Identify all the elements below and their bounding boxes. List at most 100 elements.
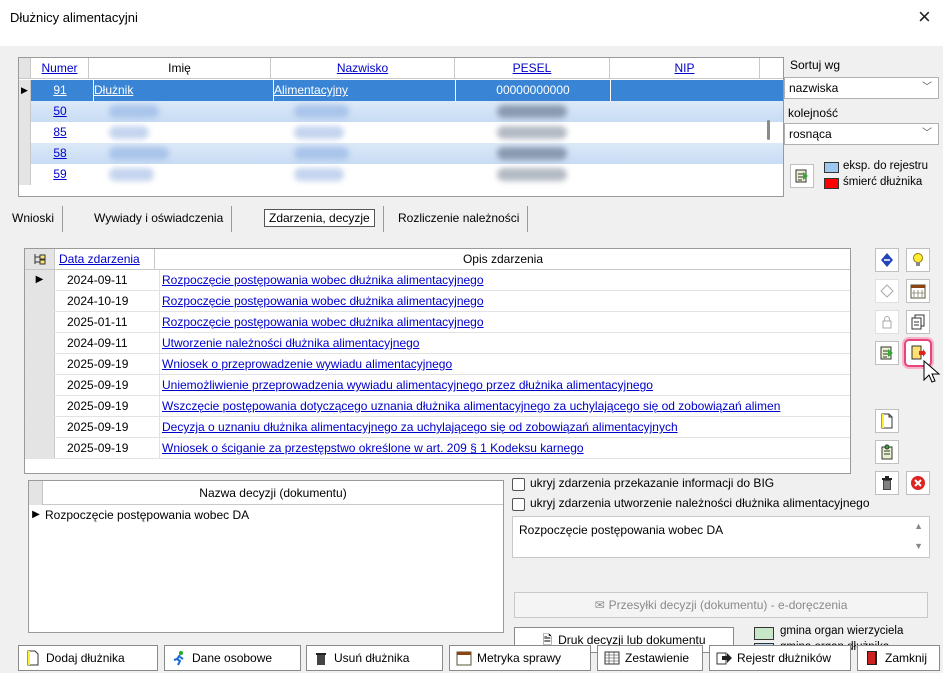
legend-swatch-export — [824, 162, 839, 173]
cell-event-date: 2025-09-19 — [67, 420, 129, 434]
cell-numer[interactable]: 50 — [53, 104, 66, 118]
edit-icon[interactable] — [875, 248, 899, 272]
table-row[interactable]: 2025-01-11 Rozpoczęcie postępowania wobec… — [25, 312, 850, 333]
close-icon[interactable]: × — [918, 4, 931, 30]
cell-event-desc[interactable]: Uniemożliwienie przeprowadzenia wywiadu … — [162, 378, 653, 392]
tab-rozliczenie[interactable]: Rozliczenie należności — [390, 206, 529, 232]
calendar-icon[interactable] — [906, 279, 930, 303]
col-header-numer[interactable]: Numer — [31, 58, 89, 78]
personal-data-button[interactable]: Dane osobowe — [164, 645, 301, 671]
table-row[interactable]: 59 — [19, 164, 783, 185]
hide-big-checkbox[interactable] — [512, 478, 525, 491]
decisions-table: Nazwa decyzji (dokumentu) ▶ Rozpoczęcie … — [28, 480, 504, 633]
sort-label: Sortuj wg — [790, 58, 841, 72]
trash-icon — [316, 653, 326, 665]
hide-big-label: ukryj zdarzenia przekazanie informacji d… — [530, 476, 775, 490]
tree-icon[interactable] — [25, 249, 55, 269]
row-indicator — [25, 396, 55, 416]
cell-event-desc[interactable]: Wszczęcie postępowania dotyczącego uznan… — [162, 399, 780, 413]
cell-nip — [610, 80, 760, 101]
cell-event-desc[interactable]: Decyzja o uznaniu dłużnika alimentacyjne… — [162, 420, 678, 434]
scroll-down-icon[interactable]: ▼ — [914, 541, 923, 551]
summary-button[interactable]: Zestawienie — [597, 645, 703, 671]
export-icon[interactable] — [790, 164, 814, 188]
eraser-icon[interactable] — [875, 279, 899, 303]
cell-event-desc[interactable]: Wniosek o przeprowadzenie wywiadu alimen… — [162, 357, 452, 371]
table-row[interactable]: ▶ 2024-09-11 Rozpoczęcie postępowania wobe… — [25, 270, 850, 291]
cell-event-desc[interactable]: Rozpoczęcie postępowania wobec dłużnika … — [162, 273, 484, 287]
shipments-button[interactable]: ✉ Przesyłki decyzji (dokumentu) - e-dorę… — [514, 592, 928, 618]
sort-by-select[interactable]: nazwiska ﹀ — [784, 77, 939, 99]
cell-imie[interactable]: Dłużnik — [94, 83, 133, 97]
add-debtor-button[interactable]: Dodaj dłużnika — [18, 645, 158, 671]
table-row[interactable]: 50 — [19, 101, 783, 122]
cell-numer[interactable]: 85 — [53, 125, 66, 139]
debtor-registry-button[interactable]: Rejestr dłużników — [709, 645, 851, 671]
cell-numer[interactable]: 91 — [53, 83, 66, 97]
debtors-table: Numer Imię Nazwisko PESEL NIP ▶ 91 Dłużn… — [18, 57, 784, 197]
mouse-cursor-icon — [923, 360, 941, 383]
table-row[interactable]: 2025-09-19 Wszczęcie postępowania dotyczą… — [25, 396, 850, 417]
hide-receivable-checkbox[interactable] — [512, 498, 525, 511]
table-row[interactable]: 58 — [19, 143, 783, 164]
event-description-box[interactable]: Rozpoczęcie postępowania wobec DA ▲ ▼ — [512, 516, 930, 558]
col-header-decision-name[interactable]: Nazwa decyzji (dokumentu) — [43, 481, 503, 504]
case-metrics-button[interactable]: Metryka sprawy — [449, 645, 591, 671]
col-header-date[interactable]: Data zdarzenia — [55, 249, 155, 269]
cell-event-desc[interactable]: Rozpoczęcie postępowania wobec dłużnika … — [162, 315, 484, 329]
import-icon[interactable] — [875, 341, 899, 365]
cell-event-date: 2024-09-11 — [67, 273, 128, 287]
blurred-name — [109, 168, 154, 181]
table-row[interactable]: 2025-09-19 Uniemożliwienie przeprowadzeni… — [25, 375, 850, 396]
row-indicator — [25, 438, 55, 458]
cell-event-date: 2024-10-19 — [67, 294, 129, 308]
copy-document-icon[interactable] — [906, 310, 930, 334]
col-header-desc[interactable]: Opis zdarzenia — [155, 249, 850, 269]
order-label: kolejność — [788, 106, 839, 120]
table-row[interactable]: 2025-09-19 Wniosek o ściganie za przestęp… — [25, 438, 850, 459]
cell-numer[interactable]: 59 — [53, 167, 66, 181]
table-row[interactable]: 2024-09-11 Utworzenie należności dłużnika… — [25, 333, 850, 354]
attachment-document-icon[interactable] — [875, 440, 899, 464]
tab-wywiady[interactable]: Wywiady i oświadczenia — [86, 206, 233, 232]
table-row[interactable]: 2025-09-19 Wniosek o przeprowadzenie wywi… — [25, 354, 850, 375]
table-row[interactable]: 85 — [19, 122, 783, 143]
cell-event-date: 2025-09-19 — [67, 441, 129, 455]
col-header-pesel[interactable]: PESEL — [455, 58, 610, 78]
cancel-red-icon[interactable] — [906, 471, 930, 495]
lightbulb-icon[interactable] — [906, 248, 930, 272]
col-header-imie[interactable]: Imię — [89, 58, 271, 78]
legend-label-export: eksp. do rejestru — [843, 160, 929, 172]
window-title: Dłużnicy alimentacyjni — [10, 10, 138, 25]
table-row[interactable]: 2025-09-19 Decyzja o uznaniu dłużnika ali… — [25, 417, 850, 438]
cell-event-date: 2025-01-11 — [67, 315, 128, 329]
scroll-up-icon[interactable]: ▲ — [914, 521, 923, 531]
col-header-nip[interactable]: NIP — [610, 58, 760, 78]
blurred-name — [109, 105, 159, 118]
cell-event-desc[interactable]: Rozpoczęcie postępowania wobec dłużnika … — [162, 294, 484, 308]
cell-event-desc[interactable]: Wniosek o ściganie za przestępstwo okreś… — [162, 441, 584, 455]
row-pointer-icon: ▶ — [32, 509, 40, 520]
cell-event-desc[interactable]: Utworzenie należności dłużnika alimentac… — [162, 336, 419, 350]
trash-icon[interactable] — [875, 471, 899, 495]
table-row[interactable]: ▶ Rozpoczęcie postępowania wobec DA — [29, 505, 503, 526]
new-document-icon[interactable] — [875, 409, 899, 433]
scrollbar-thumb[interactable] — [767, 120, 770, 140]
close-button[interactable]: Zamknij — [857, 645, 940, 671]
blurred-surname — [294, 126, 344, 139]
blurred-name — [109, 126, 149, 139]
tab-zdarzenia[interactable]: Zdarzenia, decyzje — [256, 206, 384, 232]
cell-event-date: 2025-09-19 — [67, 378, 129, 392]
events-table-header: Data zdarzenia Opis zdarzenia — [25, 249, 850, 270]
col-header-nazwisko[interactable]: Nazwisko — [271, 58, 455, 78]
cell-nazwisko[interactable]: Alimentacyjny — [274, 83, 348, 97]
order-select[interactable]: rosnąca ﹀ — [784, 123, 939, 145]
table-row[interactable]: 2024-10-19 Rozpoczęcie postępowania wobec… — [25, 291, 850, 312]
lock-icon[interactable] — [875, 310, 899, 334]
cell-numer[interactable]: 58 — [53, 146, 66, 160]
delete-debtor-button[interactable]: Usuń dłużnika — [306, 645, 443, 671]
cell-event-date: 2025-09-19 — [67, 399, 129, 413]
table-row-selected[interactable]: ▶ 91 Dłużnik Alimentacyjny 00000000000 — [19, 80, 783, 101]
tab-wnioski[interactable]: Wnioski — [4, 206, 64, 232]
row-indicator — [25, 333, 55, 353]
